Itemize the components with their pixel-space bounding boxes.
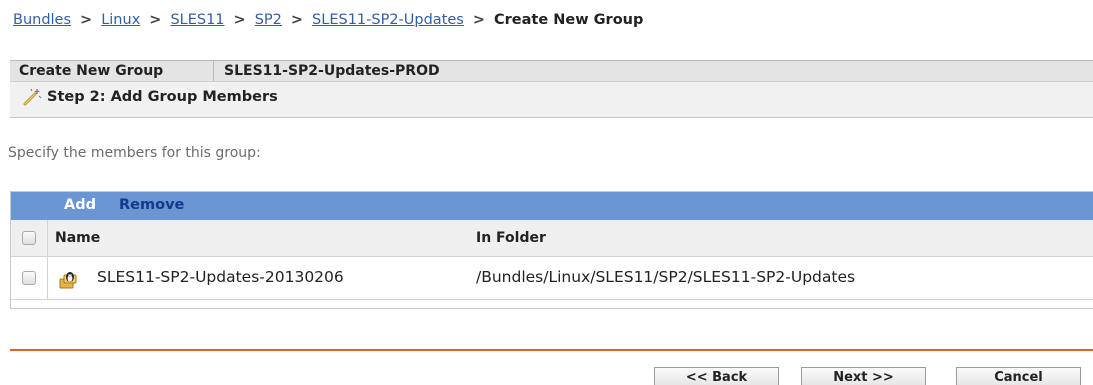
row-name: SLES11-SP2-Updates-20130206 <box>97 268 344 286</box>
add-button[interactable]: Add <box>64 197 96 213</box>
back-button[interactable]: << Back <box>654 367 779 385</box>
breadcrumb-separator: > <box>80 12 93 28</box>
select-all-checkbox[interactable] <box>22 231 36 245</box>
header-checkbox-cell <box>11 220 48 256</box>
row-checkbox-cell <box>11 257 48 299</box>
row-checkbox[interactable] <box>22 271 36 285</box>
breadcrumb-separator: > <box>149 12 162 28</box>
breadcrumb-separator: > <box>290 12 304 28</box>
linux-bundle-icon <box>58 269 80 293</box>
table-header: Name In Folder <box>11 220 1093 257</box>
breadcrumb-link-sles11-sp2-updates[interactable]: SLES11-SP2-Updates <box>312 12 464 28</box>
column-header-in-folder[interactable]: In Folder <box>476 230 546 246</box>
step-title: Step 2: Add Group Members <box>47 89 278 105</box>
breadcrumb-link-bundles[interactable]: Bundles <box>13 12 71 28</box>
cancel-button[interactable]: Cancel <box>956 367 1081 385</box>
column-header-name[interactable]: Name <box>55 230 100 246</box>
instruction-text: Specify the members for this group: <box>8 145 261 161</box>
title-bar-group-name: SLES11-SP2-Updates-PROD <box>224 63 440 79</box>
breadcrumb-current: Create New Group <box>494 12 644 28</box>
table-row[interactable]: SLES11-SP2-Updates-20130206 /Bundles/Lin… <box>11 257 1093 300</box>
wizard-wand-icon <box>22 87 42 111</box>
breadcrumb: Bundles > Linux > SLES11 > SP2 > SLES11-SP2-Upda… <box>13 12 643 28</box>
row-folder: /Bundles/Linux/SLES11/SP2/SLES11-SP2-Upd… <box>476 268 856 286</box>
members-table: Add Remove Name In Folder SLES11-SP2-Upd… <box>10 191 1093 309</box>
breadcrumb-separator: > <box>472 12 486 28</box>
step-bar: Step 2: Add Group Members <box>10 82 1093 118</box>
table-toolbar: Add Remove <box>11 192 1093 220</box>
footer-divider <box>10 349 1093 351</box>
title-bar: Create New Group SLES11-SP2-Updates-PROD <box>10 60 1093 82</box>
next-button[interactable]: Next >> <box>801 367 926 385</box>
breadcrumb-link-sles11[interactable]: SLES11 <box>170 12 224 28</box>
breadcrumb-separator: > <box>233 12 246 28</box>
breadcrumb-link-linux[interactable]: Linux <box>101 12 140 28</box>
title-bar-label: Create New Group <box>10 61 214 81</box>
breadcrumb-link-sp2[interactable]: SP2 <box>255 12 282 28</box>
remove-button[interactable]: Remove <box>119 197 184 213</box>
